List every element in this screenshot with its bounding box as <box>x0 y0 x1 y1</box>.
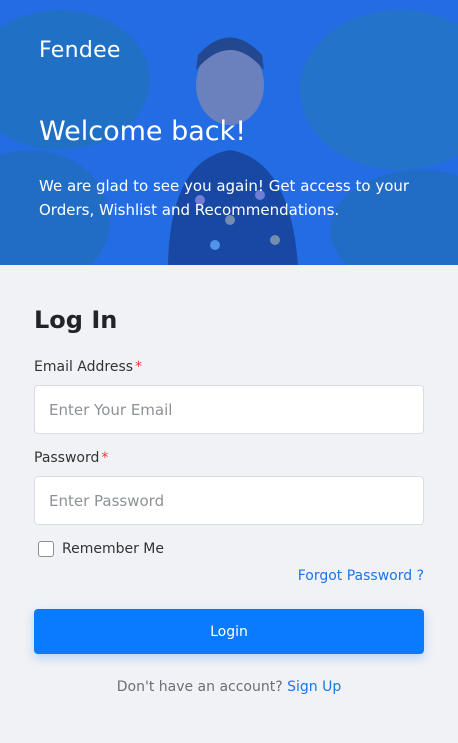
remember-checkbox[interactable] <box>38 541 54 557</box>
email-label-text: Email Address <box>34 359 134 375</box>
forgot-password-link[interactable]: Forgot Password ? <box>298 568 424 584</box>
login-button[interactable]: Login <box>34 609 424 654</box>
password-label-text: Password <box>34 450 100 466</box>
remember-me[interactable]: Remember Me <box>38 541 164 557</box>
signup-link[interactable]: Sign Up <box>287 679 341 695</box>
remember-label: Remember Me <box>62 541 164 557</box>
signup-row: Don't have an account? Sign Up <box>0 679 458 695</box>
required-marker: * <box>135 359 143 375</box>
password-label: Password * <box>34 450 108 466</box>
form-title: Log In <box>34 306 118 334</box>
brand-logo[interactable]: Fendee <box>39 38 121 63</box>
password-field[interactable] <box>34 476 424 525</box>
hero-banner: Fendee Welcome back! We are glad to see … <box>0 0 458 265</box>
welcome-subtitle: We are glad to see you again! Get access… <box>39 177 410 219</box>
required-marker: * <box>101 450 109 466</box>
signup-prompt: Don't have an account? <box>116 679 288 695</box>
welcome-heading: Welcome back! <box>39 116 247 147</box>
email-field[interactable] <box>34 385 424 434</box>
email-label: Email Address * <box>34 359 142 375</box>
